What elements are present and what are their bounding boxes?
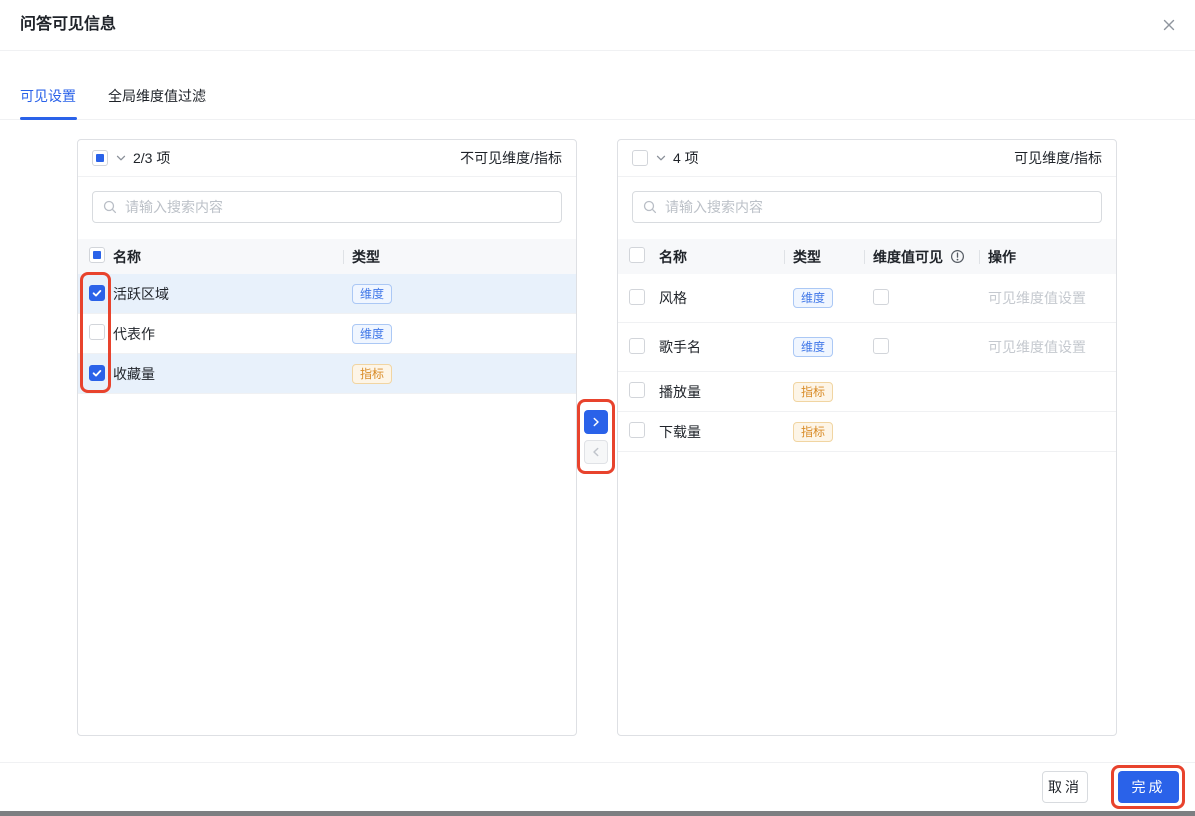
active-tab-underline [20, 117, 77, 120]
close-icon [1160, 16, 1178, 34]
table-row[interactable]: 下载量 指标 [618, 412, 1116, 452]
column-header-type: 类型 [784, 247, 864, 267]
row-checkbox[interactable] [89, 285, 105, 301]
tab-label: 可见设置 [20, 86, 76, 106]
visible-search-input[interactable] [632, 191, 1102, 223]
row-name: 歌手名 [659, 337, 784, 357]
row-checkbox[interactable] [629, 422, 645, 438]
dim-value-visible-checkbox[interactable] [873, 289, 889, 305]
visible-table-header: 名称 类型 维度值可见 操作 [618, 239, 1116, 274]
chevron-down-icon[interactable] [655, 152, 667, 164]
tab-label: 全局维度值过滤 [108, 86, 206, 106]
row-name: 风格 [659, 288, 784, 308]
invisible-panel-header: 2/3 项 不可见维度/指标 [78, 140, 576, 177]
type-tag: 指标 [793, 382, 833, 402]
row-checkbox[interactable] [629, 382, 645, 398]
column-header-action: 操作 [979, 247, 1116, 267]
visible-table-header-checkbox[interactable] [629, 247, 645, 263]
visible-panel: 4 项 可见维度/指标 名称 类型 维度值可见 操作 风格 维度 [617, 139, 1117, 736]
table-row[interactable]: 风格 维度 可见维度值设置 [618, 274, 1116, 323]
column-header-dim-value-visible: 维度值可见 [864, 247, 979, 267]
table-row[interactable]: 收藏量 指标 [78, 354, 576, 394]
type-tag: 指标 [352, 364, 392, 384]
visible-search-area [618, 177, 1116, 239]
column-header-name: 名称 [113, 247, 343, 267]
row-checkbox[interactable] [89, 365, 105, 381]
table-row[interactable]: 歌手名 维度 可见维度值设置 [618, 323, 1116, 372]
type-tag: 维度 [793, 337, 833, 357]
chevron-left-icon [590, 446, 602, 458]
invisible-table-header: 名称 类型 [78, 239, 576, 274]
row-name: 播放量 [659, 382, 784, 402]
visible-table: 名称 类型 维度值可见 操作 风格 维度 可见维度值设置 歌手名 维度 可见维度… [618, 239, 1116, 735]
table-row[interactable]: 活跃区域 维度 [78, 274, 576, 314]
type-tag: 指标 [793, 422, 833, 442]
invisible-count-label: 2/3 项 [133, 148, 170, 168]
tab-bar: 可见设置 全局维度值过滤 [0, 51, 1195, 120]
info-icon[interactable] [950, 249, 965, 264]
visible-count-label: 4 项 [673, 148, 699, 168]
type-tag: 维度 [352, 284, 392, 304]
chevron-right-icon [590, 416, 602, 428]
invisible-search-input[interactable] [92, 191, 562, 223]
row-checkbox[interactable] [629, 338, 645, 354]
row-name: 活跃区域 [113, 284, 343, 304]
close-button[interactable] [1157, 13, 1181, 37]
dim-value-settings-link[interactable]: 可见维度值设置 [988, 290, 1086, 306]
footer-divider [0, 762, 1195, 763]
type-tag: 维度 [793, 288, 833, 308]
confirm-button[interactable]: 完成 [1118, 771, 1179, 803]
visible-panel-title: 可见维度/指标 [1014, 148, 1102, 168]
dialog-title: 问答可见信息 [20, 0, 116, 50]
visible-panel-header: 4 项 可见维度/指标 [618, 140, 1116, 177]
bottom-edge-bar [0, 811, 1195, 816]
dim-value-visible-checkbox[interactable] [873, 338, 889, 354]
tab-visible-settings[interactable]: 可见设置 [20, 73, 76, 119]
move-left-button[interactable] [584, 440, 608, 464]
cancel-button[interactable]: 取消 [1042, 771, 1088, 803]
column-header-name: 名称 [659, 247, 784, 267]
column-header-type: 类型 [343, 247, 576, 267]
invisible-select-all-checkbox[interactable] [92, 150, 108, 166]
table-row[interactable]: 播放量 指标 [618, 372, 1116, 412]
transfer-buttons [584, 410, 608, 464]
invisible-search-area [78, 177, 576, 239]
invisible-table: 名称 类型 活跃区域 维度 代表作 维度 收藏量 指标 [78, 239, 576, 735]
invisible-panel: 2/3 项 不可见维度/指标 名称 类型 活跃区域 维度 代表作 维度 [77, 139, 577, 736]
row-checkbox[interactable] [89, 324, 105, 340]
dialog-header: 问答可见信息 [0, 0, 1195, 51]
tab-global-dimension-filter[interactable]: 全局维度值过滤 [108, 73, 206, 119]
invisible-panel-title: 不可见维度/指标 [460, 148, 562, 168]
dim-value-settings-link[interactable]: 可见维度值设置 [988, 339, 1086, 355]
type-tag: 维度 [352, 324, 392, 344]
table-row[interactable]: 代表作 维度 [78, 314, 576, 354]
move-right-button[interactable] [584, 410, 608, 434]
row-name: 收藏量 [113, 364, 343, 384]
chevron-down-icon[interactable] [115, 152, 127, 164]
row-name: 下载量 [659, 422, 784, 442]
row-name: 代表作 [113, 324, 343, 344]
invisible-table-header-checkbox[interactable] [89, 247, 105, 263]
row-checkbox[interactable] [629, 289, 645, 305]
visible-select-all-checkbox[interactable] [632, 150, 648, 166]
